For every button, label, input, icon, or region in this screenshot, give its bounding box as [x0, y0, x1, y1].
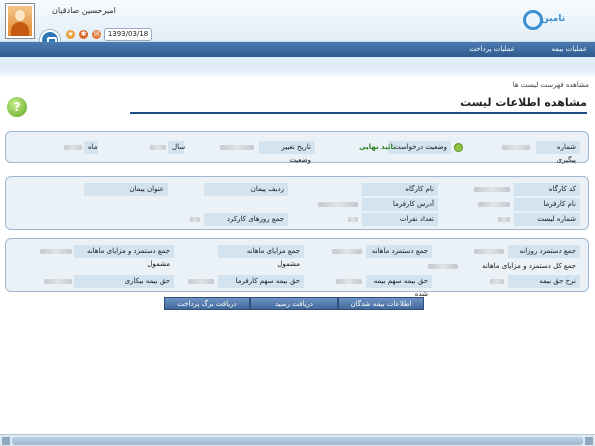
status-change-date-label: تاریخ تغییر وضعیت — [259, 141, 315, 164]
scroll-right-icon[interactable] — [585, 437, 593, 445]
list-number-label: شماره لیست — [514, 213, 580, 226]
insured-info-button[interactable]: اطلاعات بیمه شدگان — [338, 297, 424, 310]
username: امیرحسین صادقیان — [52, 6, 116, 15]
tracking-label: شماره پیگیری — [536, 141, 580, 164]
header-tools: ★ ✱ ✉ — [66, 30, 101, 39]
payment-slip-button[interactable]: دریافت برگ پرداخت — [164, 297, 250, 310]
breadcrumb[interactable]: مشاهده فهرست لیست ها — [513, 81, 589, 89]
employer-share-label: حق بیمه سهم کارفرما — [218, 275, 304, 288]
insurance-rate-value — [458, 275, 504, 288]
request-status-label: وضعیت درخواست — [388, 141, 451, 154]
current-date: 1393/03/18 — [104, 28, 152, 41]
app-header: امیرحسین صادقیان ★ ✱ ✉ 1393/03/18 تامین — [0, 0, 595, 50]
monthly-benefits-label: جمع مزایای ماهانه مشمول — [218, 245, 304, 268]
mail-icon[interactable]: ✉ — [92, 30, 101, 39]
request-status-value: تائید نهایی — [359, 143, 396, 151]
employer-share-value — [174, 275, 214, 288]
year-value — [142, 141, 166, 154]
page-title: مشاهده اطلاعات لیست — [460, 96, 587, 109]
star-icon[interactable]: ★ — [66, 30, 75, 39]
status-change-date-value — [214, 141, 254, 154]
insurance-rate-label: نرخ حق بیمه — [508, 275, 580, 288]
headcount-value — [294, 213, 358, 226]
scroll-left-icon[interactable] — [2, 437, 10, 445]
daily-wage-total-label: جمع دستمزد روزانه — [508, 245, 580, 258]
main-nav: عملیات بیمه عملیات پرداخت — [0, 42, 595, 57]
horizontal-scrollbar[interactable] — [0, 434, 595, 446]
year-label: سال — [168, 141, 185, 154]
sub-nav-bar — [0, 57, 595, 65]
wage-info-panel: جمع دستمزد روزانه جمع کل دستمزد و مزایای… — [5, 238, 589, 298]
daily-wage-total-value — [458, 245, 504, 258]
workshop-name-label: نام کارگاه — [362, 183, 438, 196]
request-info-panel: شماره پیگیری وضعیت درخواست تائید نهایی ت… — [5, 131, 589, 164]
header-band — [0, 65, 595, 77]
contract-title-label: عنوان پیمان — [84, 183, 168, 196]
tracking-value — [490, 141, 530, 154]
workdays-total-label: جمع روزهای کارکرد — [204, 213, 288, 226]
workshop-code-label: کد کارگاه — [514, 183, 580, 196]
scrollbar-thumb[interactable] — [12, 437, 583, 445]
monthly-wage-total-value — [322, 245, 362, 258]
employer-name-value — [460, 198, 510, 211]
title-divider — [130, 112, 587, 114]
insured-share-label: حق بیمه سهم بیمه شده — [366, 275, 432, 298]
workshop-info-panel: کد کارگاه نام کارفرما شماره لیست نام کار… — [5, 176, 589, 230]
monthly-wage-total-label: جمع دستمزد ماهانه — [366, 245, 432, 258]
receipt-button[interactable]: دریافت رسید — [250, 297, 338, 310]
grand-total-label: جمع کل دستمزد و مزایای ماهانه — [482, 262, 576, 270]
brand-mark-icon — [523, 10, 543, 30]
workdays-total-value — [160, 213, 200, 226]
brand-logo: تامین — [521, 6, 581, 36]
nav-insurance-operations[interactable]: عملیات بیمه — [552, 45, 587, 53]
wage-and-benefits-label: جمع دستمزد و مزایای ماهانه مشمول — [74, 245, 174, 268]
settings-icon[interactable]: ✱ — [79, 30, 88, 39]
employer-name-label: نام کارفرما — [514, 198, 580, 211]
month-value — [60, 141, 82, 154]
employer-address-value — [294, 198, 358, 211]
action-buttons: دریافت برگ پرداخت دریافت رسید اطلاعات بی… — [164, 297, 424, 310]
month-label: ماه — [84, 141, 98, 154]
list-number-value — [460, 213, 510, 226]
contract-row-label: ردیف پیمان — [204, 183, 288, 196]
avatar — [5, 3, 35, 39]
help-icon[interactable]: ? — [7, 97, 27, 117]
workshop-code-value — [460, 183, 510, 196]
employer-address-label: آدرس کارفرما — [362, 198, 438, 211]
unemployment-value — [28, 275, 72, 288]
status-ok-icon — [454, 143, 463, 152]
headcount-label: تعداد نفرات — [362, 213, 438, 226]
nav-payment-operations[interactable]: عملیات پرداخت — [469, 45, 515, 53]
insured-share-value — [322, 275, 362, 288]
wage-and-benefits-value — [28, 245, 72, 258]
grand-total-value — [418, 260, 458, 273]
unemployment-label: حق بیمه بیکاری — [74, 275, 174, 288]
